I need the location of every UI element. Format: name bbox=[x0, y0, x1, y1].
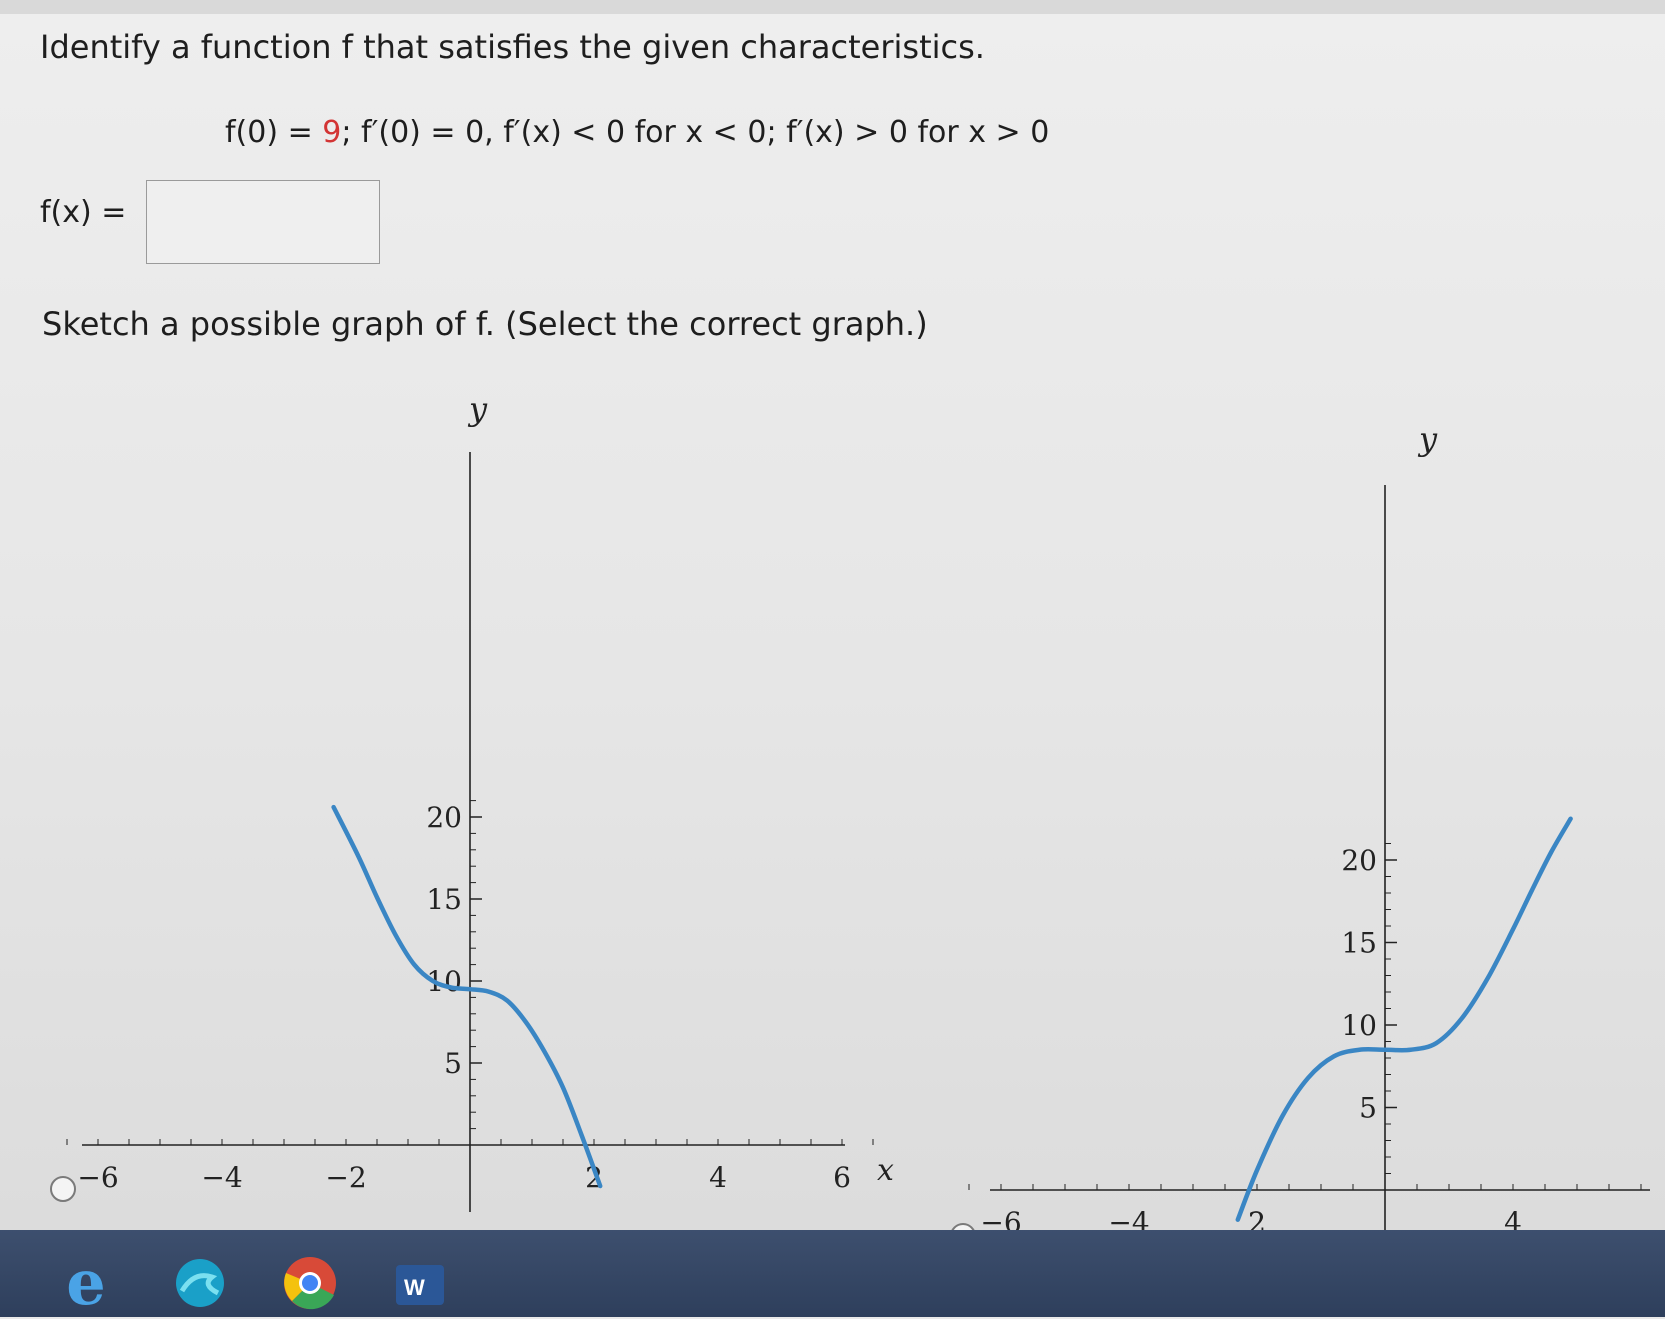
word-icon-label: W bbox=[404, 1275, 425, 1300]
graph-2-y-tick-label: 15 bbox=[1341, 927, 1377, 960]
graph-1-x-tick-label: −6 bbox=[77, 1161, 118, 1194]
graph-1-y-tick-label: 5 bbox=[444, 1047, 462, 1080]
graph-1-x-tick-label: −4 bbox=[201, 1161, 242, 1194]
graph-1-curve bbox=[331, 804, 603, 1189]
graph-1-y-tick-label: 20 bbox=[426, 801, 462, 834]
graph-1-x-axis-label: x bbox=[877, 1153, 894, 1188]
store-app-icon[interactable] bbox=[172, 1255, 228, 1311]
chrome-icon[interactable] bbox=[282, 1255, 338, 1311]
graph-1-x-tick-label: 4 bbox=[709, 1161, 727, 1194]
graph-option-1[interactable]: −6 −4 −2 2 4 65101520xy−6 −4 22 45101520y bbox=[0, 0, 1665, 1317]
graph-2-y-tick-label: 20 bbox=[1341, 844, 1377, 877]
edge-browser-icon[interactable]: e bbox=[58, 1252, 114, 1314]
word-icon[interactable]: W bbox=[392, 1255, 448, 1311]
graph-2-y-tick-label: 10 bbox=[1341, 1009, 1377, 1042]
graph-2-curve bbox=[1235, 816, 1573, 1222]
graph-option-1-radio[interactable] bbox=[50, 1176, 76, 1202]
graph-1-x-tick-label: 6 bbox=[833, 1161, 851, 1194]
graph-2-y-axis-label: y bbox=[1417, 420, 1438, 458]
graph-1-x-tick-label: −2 bbox=[325, 1161, 366, 1194]
graph-2-y-tick-label: 5 bbox=[1359, 1092, 1377, 1125]
graph-1-y-axis-label: y bbox=[467, 390, 488, 428]
taskbar bbox=[0, 1230, 1665, 1317]
graph-1-y-tick-label: 15 bbox=[426, 883, 462, 916]
